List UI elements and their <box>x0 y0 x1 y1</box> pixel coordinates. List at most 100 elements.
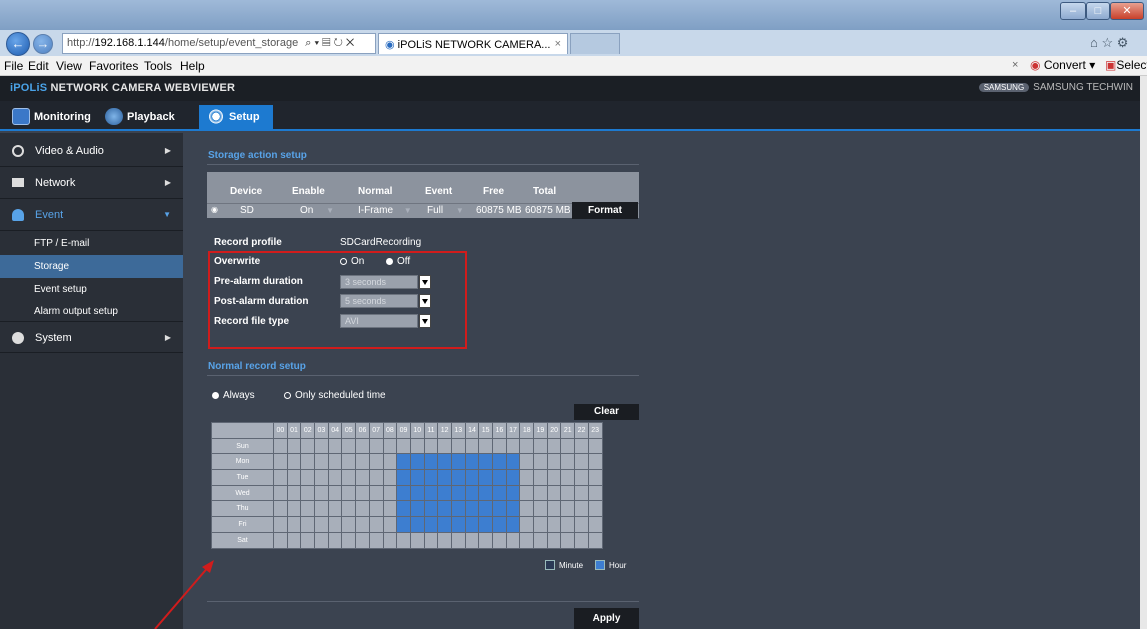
schedule-cell[interactable] <box>396 437 411 455</box>
day-label[interactable]: Sun <box>211 437 274 455</box>
schedule-cell[interactable] <box>286 437 302 455</box>
schedule-cell[interactable] <box>327 531 343 549</box>
schedule-cell[interactable] <box>341 437 357 455</box>
schedule-cell[interactable] <box>341 453 357 471</box>
hour-header[interactable]: 14 <box>464 422 480 439</box>
schedule-cell[interactable] <box>437 531 452 549</box>
schedule-cell[interactable] <box>464 469 480 486</box>
schedule-cell[interactable] <box>409 500 425 518</box>
schedule-cell[interactable] <box>505 516 521 533</box>
schedule-cell[interactable] <box>314 484 329 502</box>
sidebar-item-alarm-output[interactable]: Alarm output setup <box>0 300 183 323</box>
schedule-cell[interactable] <box>464 453 480 471</box>
schedule-cell[interactable] <box>587 469 603 486</box>
schedule-cell[interactable] <box>464 500 480 518</box>
schedule-cell[interactable] <box>533 484 548 502</box>
menu-help[interactable]: Help <box>180 59 205 73</box>
schedule-cell[interactable] <box>286 516 302 533</box>
schedule-cell[interactable] <box>273 453 288 471</box>
schedule-cell[interactable] <box>505 453 521 471</box>
schedule-cell[interactable] <box>423 531 439 549</box>
schedule-cell[interactable] <box>341 516 357 533</box>
sidebar-item-system[interactable]: System ▶ <box>0 321 183 353</box>
schedule-cell[interactable] <box>464 484 480 502</box>
schedule-cell[interactable] <box>273 500 288 518</box>
schedule-cell[interactable] <box>492 531 507 549</box>
schedule-cell[interactable] <box>533 516 548 533</box>
schedule-cell[interactable] <box>437 500 452 518</box>
schedule-cell[interactable] <box>437 469 452 486</box>
back-arrow-icon[interactable]: ← <box>6 32 30 56</box>
hour-header[interactable]: 06 <box>355 422 370 439</box>
schedule-cell[interactable] <box>546 500 562 518</box>
address-tools-icons[interactable]: ⌕ ▾ ▤ ↻ ✕ <box>305 37 354 49</box>
schedule-cell[interactable] <box>519 531 535 549</box>
schedule-cell[interactable] <box>587 500 603 518</box>
hour-header[interactable]: 09 <box>396 422 411 439</box>
page-scrollbar[interactable] <box>1140 76 1147 629</box>
schedule-cell[interactable] <box>382 437 398 455</box>
schedule-cell[interactable] <box>546 484 562 502</box>
new-tab-button[interactable] <box>570 33 620 54</box>
schedule-cell[interactable] <box>409 484 425 502</box>
address-bar[interactable]: http://192.168.1.144/home/setup/event_st… <box>62 33 376 54</box>
schedule-cell[interactable] <box>327 437 343 455</box>
schedule-cell[interactable] <box>587 516 603 533</box>
schedule-cell[interactable] <box>327 516 343 533</box>
schedule-cell[interactable] <box>450 484 466 502</box>
schedule-cell[interactable] <box>546 531 562 549</box>
hour-header[interactable]: 12 <box>437 422 452 439</box>
schedule-cell[interactable] <box>505 469 521 486</box>
select-button[interactable]: ▣Select <box>1105 58 1147 72</box>
day-label[interactable]: Tue <box>211 469 274 486</box>
schedule-cell[interactable] <box>327 484 343 502</box>
close-window-button[interactable]: ✕ <box>1110 2 1144 20</box>
schedule-cell[interactable] <box>478 531 493 549</box>
sidebar-item-ftp[interactable]: FTP / E-mail <box>0 232 183 255</box>
schedule-cell[interactable] <box>492 500 507 518</box>
schedule-cell[interactable] <box>519 500 535 518</box>
hour-header[interactable]: 07 <box>368 422 384 439</box>
overwrite-on-radio[interactable]: On <box>340 256 364 267</box>
always-radio[interactable]: Always <box>212 390 255 401</box>
day-label[interactable]: Sat <box>211 531 274 549</box>
menu-tools[interactable]: Tools <box>144 59 172 73</box>
schedule-cell[interactable] <box>533 531 548 549</box>
schedule-cell[interactable] <box>505 531 521 549</box>
schedule-cell[interactable] <box>314 437 329 455</box>
schedule-cell[interactable] <box>273 531 288 549</box>
schedule-cell[interactable] <box>341 500 357 518</box>
home-star-gear-icons[interactable]: ⌂ ☆ ⚙ <box>1090 35 1128 51</box>
schedule-cell[interactable] <box>574 484 589 502</box>
schedule-cell[interactable] <box>533 469 548 486</box>
schedule-cell[interactable] <box>396 531 411 549</box>
cell-normal[interactable]: I-Frame ▼ <box>358 205 412 216</box>
schedule-cell[interactable] <box>423 437 439 455</box>
schedule-cell[interactable] <box>437 437 452 455</box>
schedule-cell[interactable] <box>355 500 370 518</box>
schedule-cell[interactable] <box>368 516 384 533</box>
schedule-cell[interactable] <box>505 437 521 455</box>
schedule-cell[interactable] <box>300 469 316 486</box>
browser-tab[interactable]: ◉ iPOLiS NETWORK CAMERA... × <box>378 33 568 54</box>
schedule-cell[interactable] <box>546 437 562 455</box>
hour-header[interactable]: 20 <box>546 422 562 439</box>
hour-header[interactable]: 05 <box>341 422 357 439</box>
schedule-cell[interactable] <box>300 500 316 518</box>
pre-alarm-select[interactable]: 3 seconds <box>340 275 431 289</box>
schedule-cell[interactable] <box>382 500 398 518</box>
schedule-cell[interactable] <box>587 437 603 455</box>
menu-favorites[interactable]: Favorites <box>89 59 138 73</box>
schedule-cell[interactable] <box>286 484 302 502</box>
hour-header[interactable]: 03 <box>314 422 329 439</box>
menu-edit[interactable]: Edit <box>28 59 49 73</box>
schedule-cell[interactable] <box>519 516 535 533</box>
apply-button[interactable]: Apply <box>574 608 639 629</box>
chevron-down-icon[interactable] <box>419 314 431 328</box>
schedule-cell[interactable] <box>314 469 329 486</box>
schedule-cell[interactable] <box>300 516 316 533</box>
schedule-cell[interactable] <box>437 453 452 471</box>
schedule-cell[interactable] <box>478 453 493 471</box>
menu-view[interactable]: View <box>56 59 82 73</box>
schedule-cell[interactable] <box>409 531 425 549</box>
